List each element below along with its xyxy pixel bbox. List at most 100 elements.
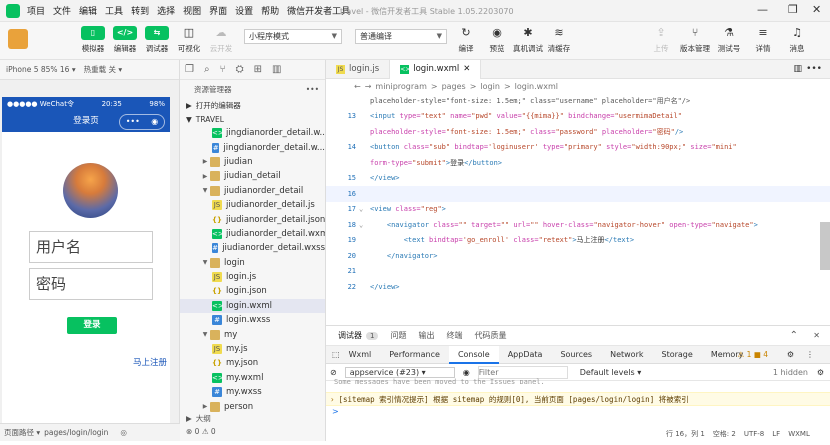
devtools-tab-console[interactable]: Console [448, 345, 499, 364]
device-select[interactable]: iPhone 5 85% 16 ▾ [6, 65, 76, 74]
phone-button[interactable]: ▯ 模拟器 [78, 26, 108, 54]
breadcrumb-item[interactable]: login [480, 82, 500, 91]
code-line[interactable]: placeholder-style="font-size: 1.5em;" cl… [326, 93, 830, 109]
split-editor-icon[interactable]: ▥ [793, 64, 802, 74]
code-line[interactable]: 21 [326, 264, 830, 280]
devtools-top-tab[interactable]: 代码质量 [474, 330, 506, 341]
breadcrumb-item[interactable]: miniprogram [375, 82, 426, 91]
more-icon[interactable]: ⋮ [806, 350, 814, 359]
code-line[interactable]: 19 <text bindtap='go_enroll' class= "rete… [326, 233, 830, 249]
tree-item-folder[interactable]: ▶ jiudian_detail [180, 169, 325, 183]
code-line[interactable]: 20 </navigator> [326, 248, 830, 264]
debug-icon[interactable]: ⛭ [236, 64, 244, 75]
devtools-top-tab[interactable]: 终端 [446, 330, 462, 341]
register-link[interactable]: 马上注册 [133, 356, 167, 368]
layers-button[interactable]: ≋ 清缓存 [544, 26, 574, 54]
files-icon[interactable]: ❐ [185, 64, 194, 75]
devtools-top-tab[interactable]: 调试器 [338, 330, 362, 341]
login-button[interactable]: 登录 [67, 317, 117, 334]
menu-item[interactable]: 界面 [205, 4, 231, 17]
maximize-icon[interactable]: ❐ [788, 3, 798, 16]
username-field[interactable]: 用户名 [29, 231, 153, 263]
settings-icon[interactable]: ⚙ [817, 368, 824, 377]
open-editors-section[interactable]: ▶ 打开的编辑器 [180, 98, 325, 112]
compile-select[interactable]: 普通编译 ▼ [355, 29, 447, 44]
tree-item-folder[interactable]: ▼ my [180, 327, 325, 341]
code-line[interactable]: placeholder-style="font-size: 1.5em;" cl… [326, 124, 830, 140]
tab-login-js[interactable]: JS login.js [326, 59, 391, 79]
devtools-tab-sources[interactable]: Sources [551, 346, 601, 364]
chevron-up-icon[interactable]: ⌃ [790, 330, 798, 341]
extensions-icon[interactable]: ⊞ [254, 64, 262, 75]
inspect-icon[interactable]: ⬚ [332, 350, 340, 359]
encoding[interactable]: UTF-8 [744, 430, 764, 438]
settings-icon[interactable]: ⚙ [787, 350, 794, 359]
console-prompt[interactable]: > [326, 406, 830, 418]
minimize-icon[interactable]: — [757, 3, 768, 16]
eye-button[interactable]: ◉ 预览 [482, 26, 512, 54]
eye-icon[interactable]: ◎ [120, 428, 127, 437]
branch-icon[interactable]: ⑂ [220, 64, 226, 75]
tree-item-js[interactable]: JS jiudianorder_detail.js [180, 198, 325, 212]
tree-item-folder[interactable]: ▶ jiudian [180, 155, 325, 169]
tree-item-js[interactable]: JS my.js [180, 342, 325, 356]
chevron-right-icon[interactable]: › [330, 395, 335, 404]
split-icon[interactable]: ▥ [272, 64, 281, 75]
more-icon[interactable]: ••• [126, 115, 140, 129]
forward-icon[interactable]: → [365, 82, 372, 91]
tree-item-wxss[interactable]: # login.wxss [180, 313, 325, 327]
hotreload-toggle[interactable]: 热重载 关 ▾ [84, 64, 123, 75]
code-line[interactable]: 13 <input type= "text" name= "pwd" value= "{… [326, 109, 830, 125]
tree-item-wxml[interactable]: <> login.wxml [180, 298, 325, 314]
tree-item-json[interactable]: {} login.json [180, 284, 325, 298]
menu-item[interactable]: 工具 [101, 4, 127, 17]
more-icon[interactable]: ••• [806, 64, 822, 74]
clear-console-icon[interactable]: ⊘ [330, 368, 337, 377]
code-button[interactable]: </> 编辑器 [110, 26, 140, 54]
project-section[interactable]: ▼ TRAVEL [180, 112, 325, 126]
tree-item-json[interactable]: {} my.json [180, 356, 325, 370]
close-icon[interactable]: ✕ [812, 3, 821, 16]
menu-item[interactable]: 选择 [153, 4, 179, 17]
context-select[interactable]: appservice (#23) ▾ [344, 366, 455, 378]
code-line[interactable]: 15 </view> [326, 171, 830, 187]
menu-item[interactable]: 文件 [49, 4, 75, 17]
devtools-top-tab[interactable]: 输出 [418, 330, 434, 341]
cursor-position[interactable]: 行 16，列 1 [666, 429, 705, 439]
menu-item[interactable]: 编辑 [75, 4, 101, 17]
test-button[interactable]: ⚗ 测试号 [714, 26, 744, 54]
language-mode[interactable]: WXML [788, 430, 810, 438]
error-count[interactable]: ⊗ 0 ⚠ 0 [180, 425, 326, 438]
indent-spaces[interactable]: 空格: 2 [713, 429, 736, 439]
mode-select[interactable]: 小程序模式 ▼ [244, 29, 342, 44]
eol[interactable]: LF [772, 430, 780, 438]
tree-item-folder[interactable]: ▼ jiudianorder_detail [180, 184, 325, 198]
code-line[interactable]: 22 </view> [326, 279, 830, 295]
branch-button[interactable]: ⑂ 版本管理 [680, 26, 710, 54]
avatar[interactable] [8, 29, 28, 49]
menu-item[interactable]: 视图 [179, 4, 205, 17]
tree-item-wxml[interactable]: <> jiudianorder_detail.wxml [180, 227, 325, 241]
record-icon[interactable]: ◉ [151, 115, 158, 129]
fold-icon[interactable]: ⌄ [359, 221, 363, 229]
debug-button[interactable]: ⇆ 调试器 [142, 26, 172, 54]
filter-input[interactable] [477, 365, 568, 379]
devtools-tab-wxml[interactable]: Wxml [340, 346, 381, 364]
details-button[interactable]: ≡ 详情 [748, 26, 778, 54]
cloud-button[interactable]: ☁ 云开发 [206, 26, 236, 54]
breadcrumb-item[interactable]: pages [442, 82, 466, 91]
devtools-tab-performance[interactable]: Performance [380, 346, 449, 364]
devtools-top-tab[interactable]: 问题 [390, 330, 406, 341]
back-icon[interactable]: ← [354, 82, 361, 91]
levels-select[interactable]: Default levels ▾ [580, 368, 642, 377]
code-line[interactable]: 18 ⌄ <navigator class= "" target= "" url= ""… [326, 217, 830, 233]
menu-item[interactable]: 转到 [127, 4, 153, 17]
devtools-tab-storage[interactable]: Storage [653, 346, 702, 364]
eye-icon[interactable]: ◉ [463, 368, 470, 377]
devtools-tab-network[interactable]: Network [601, 346, 652, 364]
tree-item-folder[interactable]: ▼ login [180, 256, 325, 270]
bug-button[interactable]: ✱ 真机调试 [513, 26, 543, 54]
capsule-menu[interactable]: ••• ◉ [119, 114, 165, 130]
bell-button[interactable]: ♫ 消息 [782, 26, 812, 54]
code-line[interactable]: form-type= "submit" > 登录 </button> [326, 155, 830, 171]
